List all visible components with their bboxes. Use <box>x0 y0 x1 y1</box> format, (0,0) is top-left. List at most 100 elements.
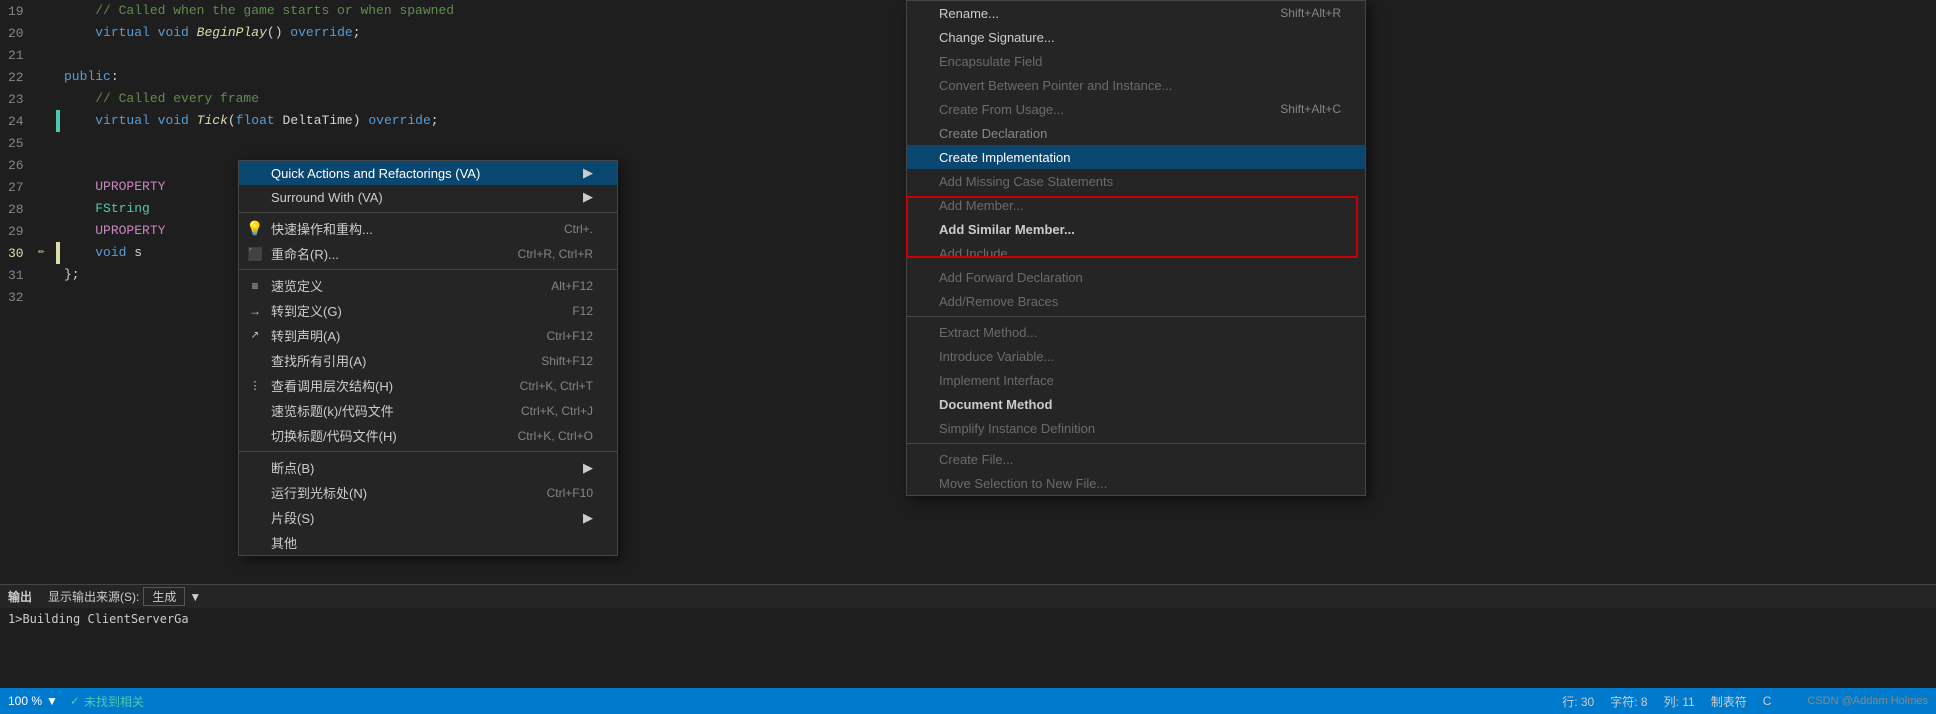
shortcut-create-from-usage: Shift+Alt+C <box>1240 102 1341 116</box>
output-content: 1>Building ClientServerGa <box>0 608 1936 630</box>
menu-item-add-include: Add Include <box>907 241 1365 265</box>
line-num-32: 32 <box>0 286 60 308</box>
menu-label-quick-actions: Quick Actions and Refactorings (VA) <box>271 166 480 181</box>
menu-label-rename-va: Rename... <box>939 6 999 21</box>
menu-label-encapsulate: Encapsulate Field <box>939 54 1042 69</box>
menu-label-add-member: Add Member... <box>939 198 1024 213</box>
lightbulb-icon: 💡 <box>245 220 265 237</box>
shortcut-goto-def: F12 <box>532 304 593 318</box>
shortcut-toggle-header: Ctrl+K, Ctrl+O <box>478 429 593 443</box>
menu-item-add-similar[interactable]: Add Similar Member... <box>907 217 1365 241</box>
menu-item-find-refs[interactable]: 查找所有引用(A) Shift+F12 <box>239 348 617 373</box>
dropdown-arrow-icon[interactable]: ▼ <box>189 590 201 604</box>
arrow-icon-breakpoint: ▶ <box>563 460 593 476</box>
menu-item-implement-interface: Implement Interface <box>907 368 1365 392</box>
shortcut-peek-def: Alt+F12 <box>511 279 593 293</box>
menu-item-extract-method: Extract Method... <box>907 320 1365 344</box>
menu-item-goto-decl[interactable]: ↗ 转到声明(A) Ctrl+F12 <box>239 323 617 348</box>
encoding-label: C <box>1763 694 1772 708</box>
menu-item-move-selection: Move Selection to New File... <box>907 471 1365 495</box>
check-icon: ✓ <box>70 694 80 708</box>
menu-label-more: 其他 <box>271 533 297 552</box>
menu-item-rename-va[interactable]: Rename... Shift+Alt+R <box>907 1 1365 25</box>
menu-item-surround-with[interactable]: Surround With (VA) ▶ <box>239 185 617 209</box>
menu-item-add-remove-braces: Add/Remove Braces <box>907 289 1365 313</box>
menu-label-add-similar: Add Similar Member... <box>939 222 1075 237</box>
menu-item-breakpoint[interactable]: 断点(B) ▶ <box>239 455 617 480</box>
output-line-1: 1>Building ClientServerGa <box>8 612 1928 626</box>
arrow-icon-quick-actions: ▶ <box>563 165 593 181</box>
menu-item-more[interactable]: 其他 <box>239 530 617 555</box>
menu-item-create-decl[interactable]: Create Declaration <box>907 121 1365 145</box>
menu-label-create-file: Create File... <box>939 452 1013 467</box>
zoom-dropdown-icon[interactable]: ▼ <box>46 694 58 708</box>
goto-icon: → <box>245 304 265 318</box>
line-numbers: 19 20 21 22 23 24 25 26 27 28 29 30 31 3… <box>0 0 60 480</box>
output-title: 输出 <box>8 588 32 605</box>
line-num-31: 31 <box>0 264 60 286</box>
line-num-30: 30 <box>0 242 60 264</box>
separator-1 <box>239 212 617 213</box>
separator-2 <box>239 269 617 270</box>
decl-icon: ↗ <box>245 330 265 341</box>
menu-label-add-forward-decl: Add Forward Declaration <box>939 270 1083 285</box>
editor-window: 19 20 21 22 23 24 25 26 27 28 29 30 31 3… <box>0 0 1936 714</box>
line-num-29: 29 <box>0 220 60 242</box>
shortcut-find-refs: Shift+F12 <box>501 354 593 368</box>
rename-icon: ⬛ <box>245 247 265 261</box>
menu-item-peek-header[interactable]: 速览标题(k)/代码文件 Ctrl+K, Ctrl+J <box>239 398 617 423</box>
menu-item-encapsulate: Encapsulate Field <box>907 49 1365 73</box>
menu-item-snippets[interactable]: 片段(S) ▶ <box>239 505 617 530</box>
pencil-icon-30: ✏ <box>38 244 45 258</box>
menu-item-create-file: Create File... <box>907 447 1365 471</box>
shortcut-quick-refactor: Ctrl+. <box>524 222 593 236</box>
bottom-panel: 输出 显示输出来源(S): 生成 ▼ 1>Building ClientServ… <box>0 584 1936 714</box>
menu-label-goto-def: 转到定义(G) <box>271 301 342 320</box>
chars-label: 字符: 8 <box>1610 693 1647 710</box>
comment-19: // Called when the game starts or when s… <box>64 0 454 22</box>
hierarchy-icon: ⋮ <box>245 379 265 392</box>
menu-label-breakpoint: 断点(B) <box>271 458 314 477</box>
check-badge: ✓ 未找到相关 <box>70 693 144 710</box>
output-source-label: 显示输出来源(S): <box>48 588 139 605</box>
menu-label-peek-def: 速览定义 <box>271 276 323 295</box>
menu-item-run-to-cursor[interactable]: 运行到光标处(N) Ctrl+F10 <box>239 480 617 505</box>
menu-item-change-sig[interactable]: Change Signature... <box>907 25 1365 49</box>
arrow-icon-snippets: ▶ <box>563 510 593 526</box>
col-label: 列: 11 <box>1664 693 1695 710</box>
menu-item-call-hierarchy[interactable]: ⋮ 查看调用层次结构(H) Ctrl+K, Ctrl+T <box>239 373 617 398</box>
menu-item-create-impl[interactable]: Create Implementation <box>907 145 1365 169</box>
menu-label-add-remove-braces: Add/Remove Braces <box>939 294 1058 309</box>
menu-label-create-decl: Create Declaration <box>939 126 1047 141</box>
arrow-icon-surround-with: ▶ <box>563 189 593 205</box>
zoom-control[interactable]: 100 % ▼ <box>8 694 58 708</box>
menu-item-convert-pointer: Convert Between Pointer and Instance... <box>907 73 1365 97</box>
menu-item-introduce-var: Introduce Variable... <box>907 344 1365 368</box>
shortcut-run-to-cursor: Ctrl+F10 <box>507 486 593 500</box>
check-label: 未找到相关 <box>84 693 144 710</box>
separator-3 <box>239 451 617 452</box>
output-source-value[interactable]: 生成 <box>143 587 185 606</box>
menu-item-quick-actions[interactable]: Quick Actions and Refactorings (VA) ▶ <box>239 161 617 185</box>
context-menu-main: Quick Actions and Refactorings (VA) ▶ Su… <box>238 160 618 556</box>
branding-watermark: CSDN @Addam Holmes <box>1807 695 1928 707</box>
line-num-21: 21 <box>0 44 60 66</box>
menu-item-rename[interactable]: ⬛ 重命名(R)... Ctrl+R, Ctrl+R <box>239 241 617 266</box>
menu-label-introduce-var: Introduce Variable... <box>939 349 1054 364</box>
menu-item-add-forward-decl: Add Forward Declaration <box>907 265 1365 289</box>
menu-item-create-from-usage: Create From Usage... Shift+Alt+C <box>907 97 1365 121</box>
line-num-23: 23 <box>0 88 60 110</box>
menu-item-peek-def[interactable]: ≡ 速览定义 Alt+F12 <box>239 273 617 298</box>
menu-item-document-method[interactable]: Document Method <box>907 392 1365 416</box>
menu-item-add-member: Add Member... <box>907 193 1365 217</box>
menu-item-toggle-header[interactable]: 切换标题/代码文件(H) Ctrl+K, Ctrl+O <box>239 423 617 448</box>
line-num-28: 28 <box>0 198 60 220</box>
menu-label-add-missing: Add Missing Case Statements <box>939 174 1113 189</box>
menu-label-move-selection: Move Selection to New File... <box>939 476 1107 491</box>
context-menu-va-refactor: Rename... Shift+Alt+R Change Signature..… <box>906 0 1366 496</box>
menu-item-quick-refactor[interactable]: 💡 快速操作和重构... Ctrl+. <box>239 216 617 241</box>
status-right: 行: 30 字符: 8 列: 11 制表符 C CSDN @Addam Holm… <box>1562 693 1928 710</box>
menu-item-simplify: Simplify Instance Definition <box>907 416 1365 440</box>
menu-label-peek-header: 速览标题(k)/代码文件 <box>271 401 394 420</box>
menu-item-goto-def[interactable]: → 转到定义(G) F12 <box>239 298 617 323</box>
